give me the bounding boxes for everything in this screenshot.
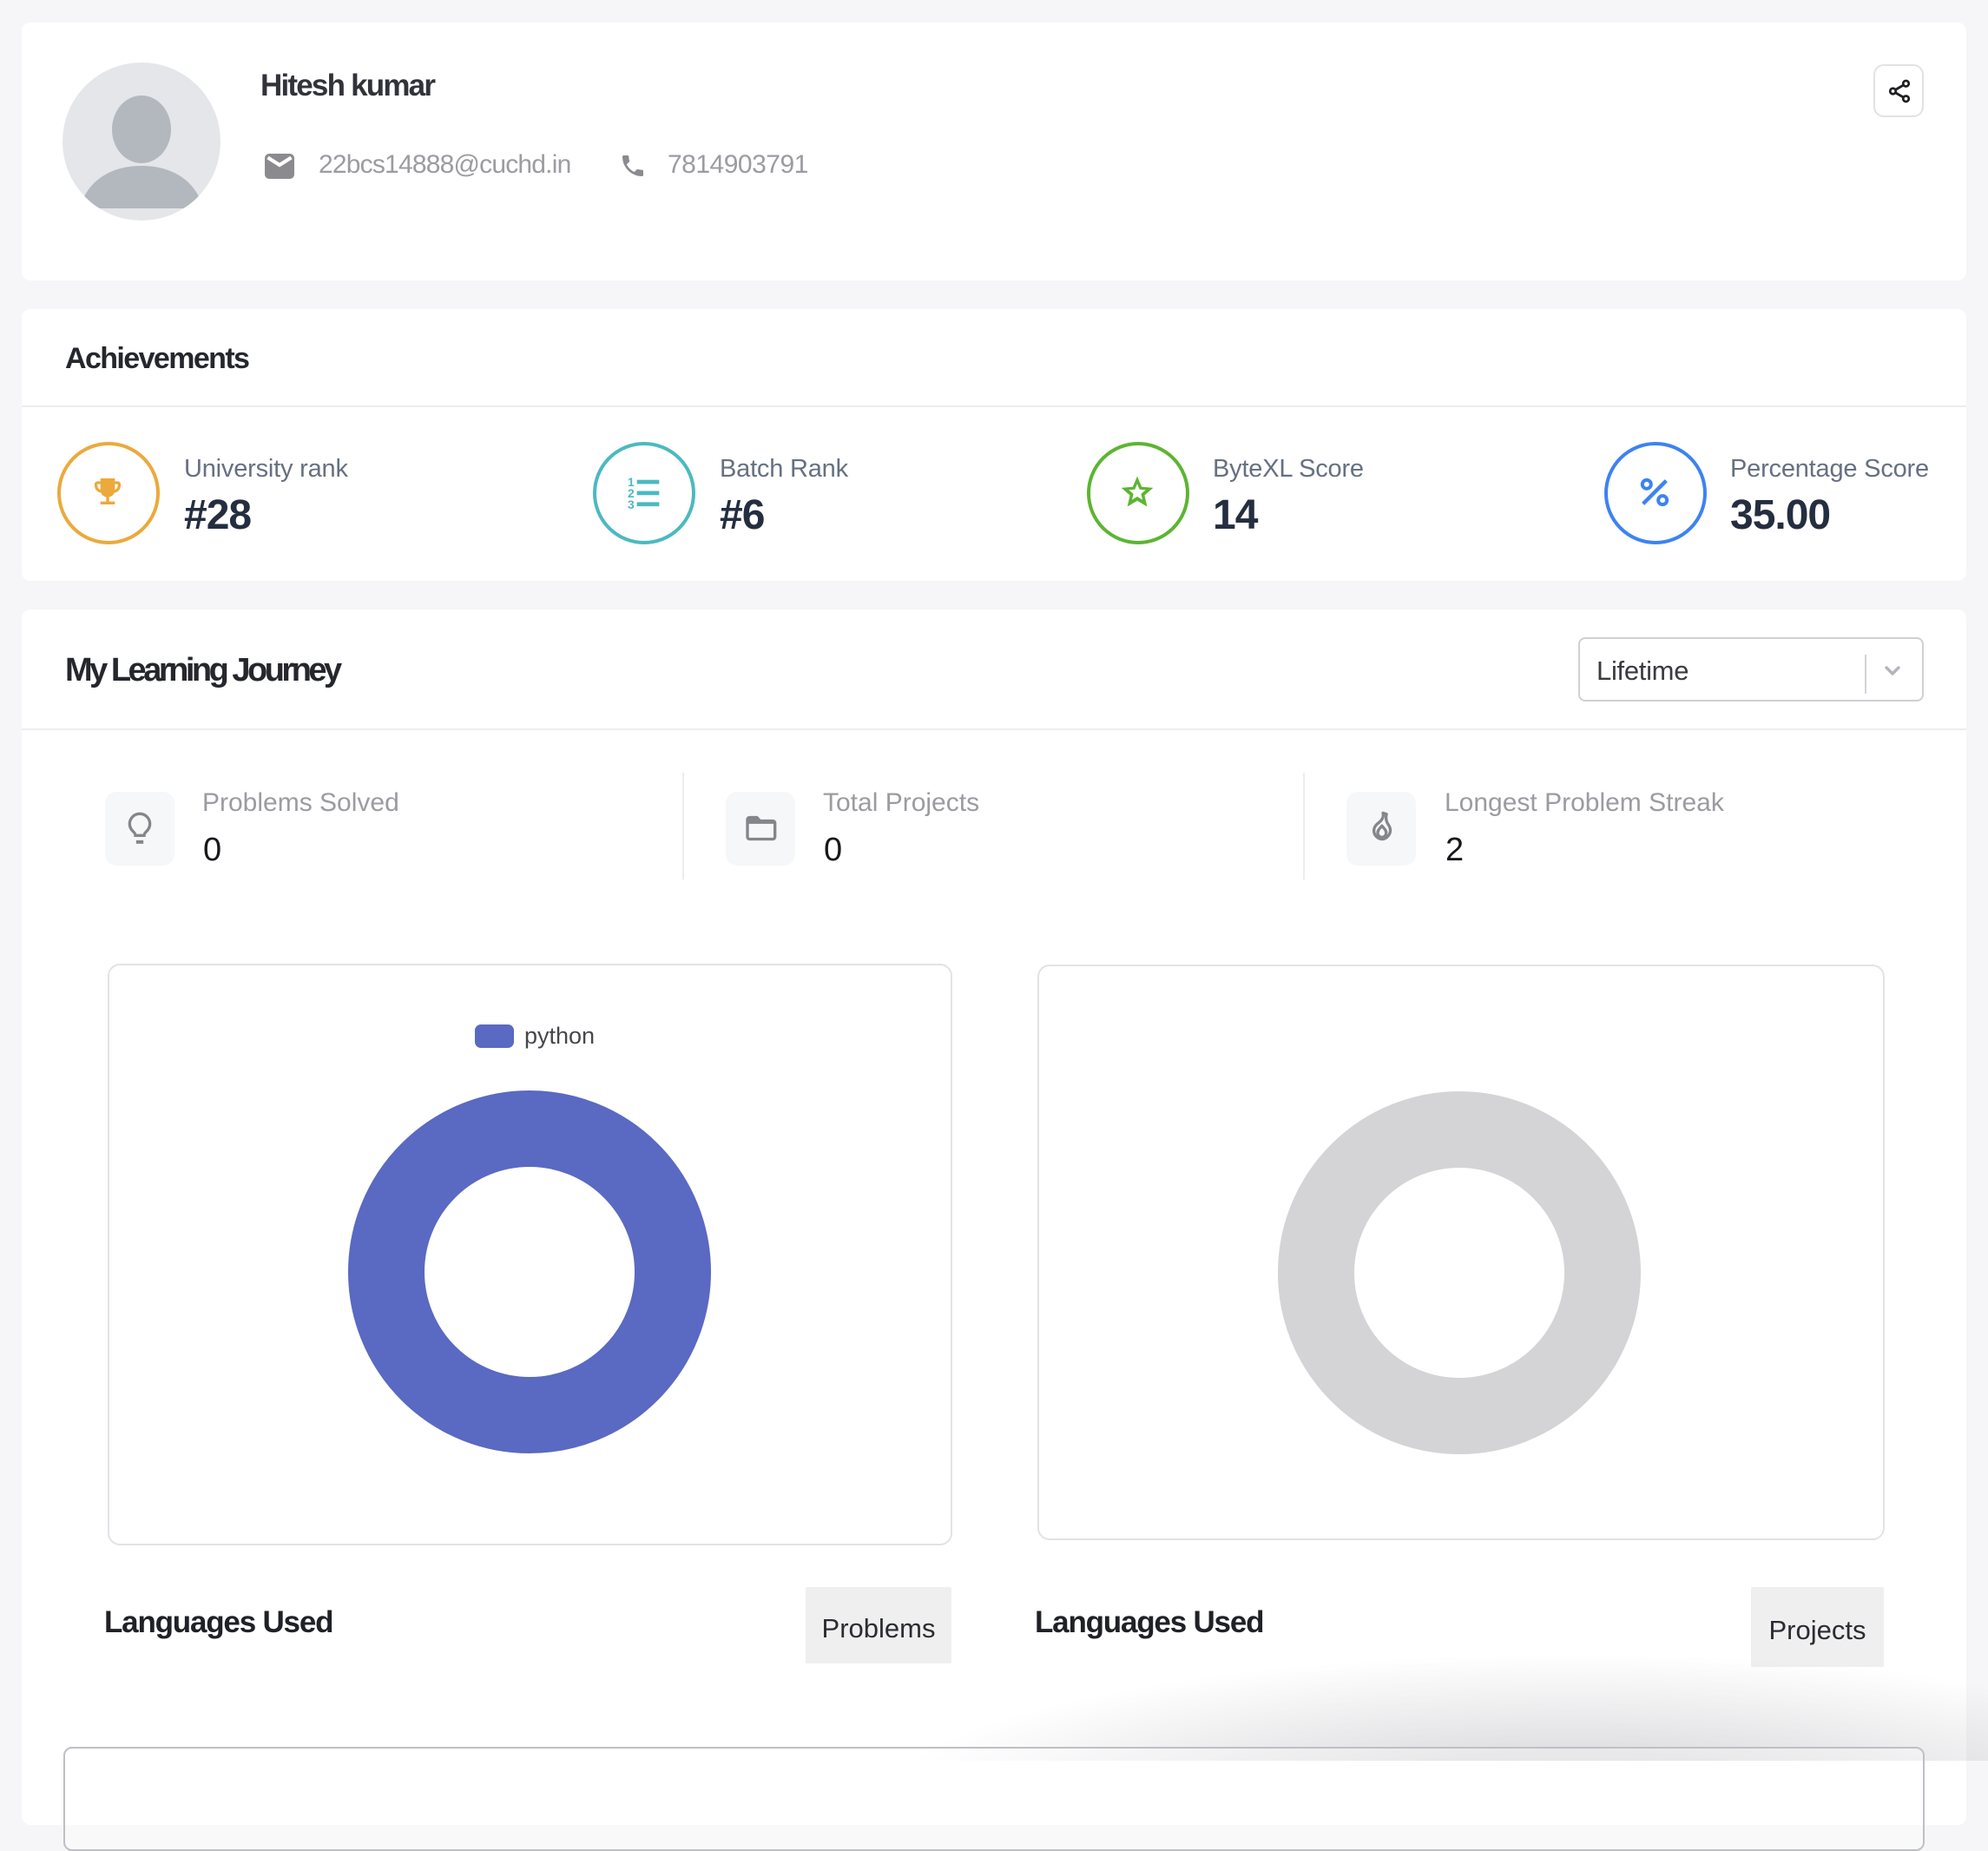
svg-text:3: 3 <box>628 497 635 511</box>
